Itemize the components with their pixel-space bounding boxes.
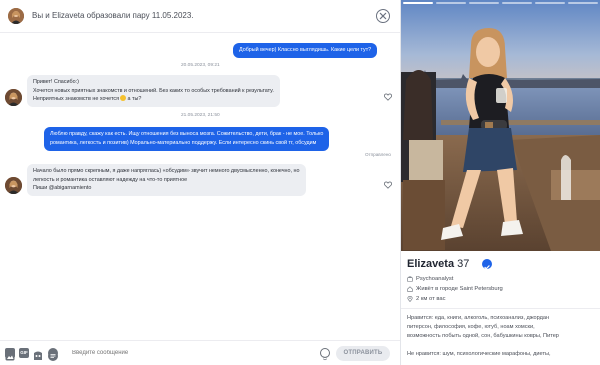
profile-pane: Elizaveta 37 Psychoanalyst Живёт в город… [401,0,600,365]
message-line: Пиши @abigarnamiento [33,185,92,192]
profile-city: Живёт в городе Saint Petersburg [416,286,503,292]
app-root: Вы и Elizaveta образовали пару 11.05.202… [0,0,600,365]
image-attach-icon[interactable] [5,348,15,361]
like-message-heart-icon[interactable] [383,176,393,189]
likes-line: Нравится: еда, книги, алкоголь, психоана… [407,315,550,321]
timestamp: 21.05.2023, 21:50 [181,113,220,118]
message-incoming[interactable]: Привет! Спасибо:) Хочется новых приятных… [27,75,280,107]
sticker-icon[interactable] [33,348,43,360]
profile-photo[interactable] [401,0,600,251]
verified-badge-icon [482,259,492,270]
chat-header: Вы и Elizaveta образовали пару 11.05.202… [0,0,400,33]
message-incoming[interactable]: Начало было прямо скрепным, я даже напря… [27,164,306,196]
music-share-icon[interactable] [48,348,58,361]
message-line-text: а ты? [125,96,142,103]
sender-avatar[interactable] [5,89,22,106]
message-line-text: Неприятных знакомств не хочется [33,96,119,103]
photo-progress-segment [502,2,532,4]
profile-age: 37 [457,258,470,270]
photo-progress-segment [403,2,433,4]
message-status: Отправлено [365,152,391,157]
message-line: легкость и романтика оставляют надежду н… [33,176,188,183]
message-line: Привет! Спасибо:) [33,79,79,85]
timestamp: 20.05.2023, 09:21 [181,63,220,68]
profile-job: Psychoanalyst [416,276,454,282]
photo-progress-segment [469,2,499,4]
message-line: Начало было прямо скрепным, я даже напря… [33,168,300,174]
photo-progress-segment [535,2,565,4]
gif-button[interactable]: GIF [19,348,29,358]
profile-name-text: Elizaveta [407,258,455,270]
match-title: Вы и Elizaveta образовали пару 11.05.202… [32,11,194,20]
profile-dislikes: Не нравится: шум, психологические марафо… [407,351,551,357]
send-button[interactable]: ОТПРАВИТЬ [336,346,390,361]
message-line: Хочется новых приятных знакомств и отнош… [33,87,274,94]
profile-distance: 2 км от вас [416,296,446,302]
likes-line: возможность побыть одной, сон, бабушкины… [407,333,559,340]
profile-likes: Нравится: еда, книги, алкоголь, психоана… [407,314,597,342]
close-chat-button[interactable] [376,9,390,23]
message-outgoing[interactable]: Люблю правду, скажу как есть. Ищу отноше… [44,127,330,151]
emoji-picker-icon[interactable] [320,348,330,361]
message-outgoing[interactable]: Добрый вечер) Классно выглядишь. Какие ц… [233,43,378,58]
home-icon [407,286,413,292]
message-text: Добрый вечер) Классно выглядишь. Какие ц… [239,47,372,53]
message-line: романтика, легкость и позитив) Морально-… [50,140,317,146]
message-line: Неприятных знакомств не хочется а ты? [33,95,274,104]
profile-name: Elizaveta 37 [407,258,469,270]
gif-label: GIF [20,350,28,355]
location-pin-icon [407,296,413,302]
sender-avatar[interactable] [5,177,22,194]
match-avatar[interactable] [8,8,24,24]
photo-progress-segment [436,2,466,4]
message-input[interactable] [72,350,272,356]
likes-line: питерсон, философия, кофе, ютуб, ноам хо… [407,324,535,331]
like-message-heart-icon[interactable] [383,88,393,101]
job-briefcase-icon [407,276,413,282]
chat-pane: Вы и Elizaveta образовали пару 11.05.202… [0,0,401,365]
message-line: Люблю правду, скажу как есть. Ищу отноше… [50,131,324,137]
divider [401,308,600,309]
photo-progress-segment [568,2,598,4]
